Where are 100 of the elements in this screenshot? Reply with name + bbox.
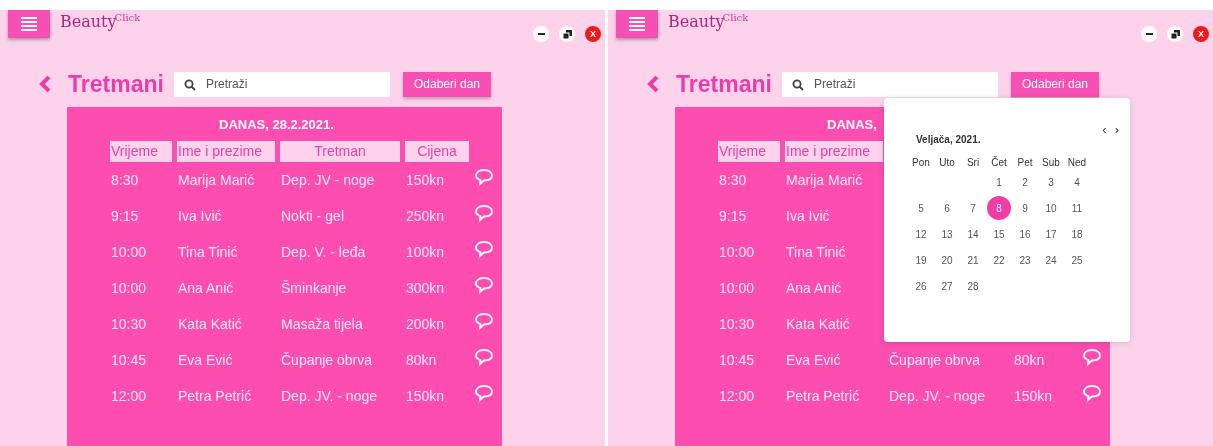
calendar-day[interactable]: 18 — [1065, 222, 1089, 246]
calendar-day[interactable]: 11 — [1065, 196, 1089, 220]
restore-icon — [562, 29, 572, 39]
calendar-day[interactable]: 1 — [987, 170, 1011, 194]
table-cell-text: Dep. V. - leđa — [280, 244, 367, 260]
page-title: Tretmani — [68, 70, 165, 98]
table-cell-text: Masaža tijela — [280, 316, 364, 332]
table-cell-text: 10:00 — [718, 244, 756, 260]
speech-bubble-icon[interactable] — [474, 348, 494, 366]
speech-bubble-icon[interactable] — [474, 240, 494, 258]
table-cell-text: 8:30 — [110, 172, 140, 188]
table-cell-text: 10:00 — [110, 280, 148, 296]
table-cell-text: 10:00 — [110, 244, 148, 260]
table-cell-text: 150kn — [1013, 388, 1054, 404]
calendar-day[interactable]: 14 — [961, 222, 985, 246]
table-title: DANAS, — [827, 117, 877, 132]
minimize-button[interactable] — [533, 26, 549, 42]
weekday-label: Pet — [1016, 157, 1034, 168]
speech-bubble-icon[interactable] — [474, 204, 494, 222]
table-cell-text: Tina Tinić — [785, 244, 847, 260]
calendar-day[interactable]: 6 — [935, 196, 959, 220]
calendar-day[interactable]: 12 — [909, 222, 933, 246]
next-month-button[interactable]: › — [1111, 122, 1122, 137]
calendar-day[interactable]: 28 — [961, 274, 985, 298]
table-cell-text: 12:00 — [718, 388, 756, 404]
calendar-day[interactable]: 24 — [1039, 248, 1063, 272]
calendar-day[interactable]: 3 — [1039, 170, 1063, 194]
menu-button[interactable] — [616, 10, 658, 38]
speech-bubble-icon[interactable] — [474, 384, 494, 402]
search-field[interactable]: Pretraži — [782, 71, 998, 97]
table-cell-text: Marija Marić — [785, 172, 864, 188]
restore-button[interactable] — [559, 26, 575, 42]
calendar-day[interactable]: 16 — [1013, 222, 1037, 246]
column-header: Cijena — [405, 141, 469, 162]
table-cell-text: 300kn — [405, 280, 446, 296]
calendar-day[interactable]: 19 — [909, 248, 933, 272]
search-icon — [184, 78, 196, 91]
calendar-day[interactable]: 26 — [909, 274, 933, 298]
table-cell-text: Šminkanje — [280, 280, 348, 296]
weekday-label: Čet — [990, 157, 1008, 168]
close-button[interactable]: X — [585, 26, 601, 42]
calendar-day[interactable]: 23 — [1013, 248, 1037, 272]
calendar-day[interactable]: 9 — [1013, 196, 1037, 220]
table-cell-text: Kata Katić — [177, 316, 243, 332]
table-cell-text: 80kn — [1013, 352, 1046, 368]
table-cell-text: Ana Anić — [177, 280, 235, 296]
calendar-day[interactable]: 10 — [1039, 196, 1063, 220]
calendar-day[interactable]: 22 — [987, 248, 1011, 272]
table-cell-text: 150kn — [405, 388, 446, 404]
table-title: DANAS, 28.2.2021. — [219, 117, 334, 132]
table-cell-text: 250kn — [405, 208, 446, 224]
calendar-day[interactable]: 15 — [987, 222, 1011, 246]
calendar-day[interactable]: 2 — [1013, 170, 1037, 194]
calendar-day[interactable]: 7 — [961, 196, 985, 220]
table-cell-text: 12:00 — [110, 388, 148, 404]
speech-bubble-icon[interactable] — [474, 312, 494, 330]
table-cell-text: Kata Katić — [785, 316, 851, 332]
back-icon[interactable] — [646, 75, 660, 93]
search-field[interactable]: Pretraži — [174, 71, 390, 97]
close-button[interactable]: X — [1193, 26, 1209, 42]
column-header: Vrijeme — [718, 141, 780, 162]
table-cell-text: Čupanje obrva — [280, 352, 374, 368]
table-cell-text: 8:30 — [718, 172, 748, 188]
table-cell-text: 10:30 — [110, 316, 148, 332]
table-cell-text: Marija Marić — [177, 172, 256, 188]
table-cell-text: Čupanje obrva — [888, 352, 982, 368]
table-cell-text: Dep. JV - noge — [280, 172, 376, 188]
speech-bubble-icon[interactable] — [474, 276, 494, 294]
calendar-day[interactable]: 21 — [961, 248, 985, 272]
speech-bubble-icon[interactable] — [1082, 384, 1102, 402]
calendar-day[interactable]: 20 — [935, 248, 959, 272]
weekday-label: Uto — [938, 157, 956, 168]
table-cell-text: Dep. JV. - noge — [280, 388, 378, 404]
table-cell-text: 10:30 — [718, 316, 756, 332]
speech-bubble-icon[interactable] — [1082, 348, 1102, 366]
table-cell-text: Iva Ivić — [177, 208, 223, 224]
column-header: Ime i prezime — [785, 141, 883, 162]
calendar-day[interactable]: 4 — [1065, 170, 1089, 194]
table-cell-text: Iva Ivić — [785, 208, 831, 224]
calendar-day[interactable]: 17 — [1039, 222, 1063, 246]
table-cell-text: 10:00 — [718, 280, 756, 296]
calendar-day[interactable]: 25 — [1065, 248, 1089, 272]
menu-button[interactable] — [8, 10, 50, 38]
weekday-label: Ned — [1066, 157, 1088, 168]
search-icon — [792, 78, 804, 91]
calendar-day[interactable]: 27 — [935, 274, 959, 298]
calendar-day[interactable]: 8 — [987, 196, 1011, 220]
back-icon[interactable] — [38, 75, 52, 93]
previous-month-button[interactable]: ‹ — [1099, 122, 1110, 137]
minimize-button[interactable] — [1141, 26, 1157, 42]
weekday-label: Sri — [965, 157, 981, 168]
table-cell-text: 150kn — [405, 172, 446, 188]
weekday-label: Pon — [911, 157, 931, 168]
speech-bubble-icon[interactable] — [474, 168, 494, 186]
weekday-label: Sub — [1041, 157, 1061, 168]
calendar-day[interactable]: 5 — [909, 196, 933, 220]
table-cell-text: Petra Petrić — [177, 388, 253, 404]
calendar-day[interactable]: 13 — [935, 222, 959, 246]
restore-button[interactable] — [1167, 26, 1183, 42]
column-header: Vrijeme — [110, 141, 172, 162]
